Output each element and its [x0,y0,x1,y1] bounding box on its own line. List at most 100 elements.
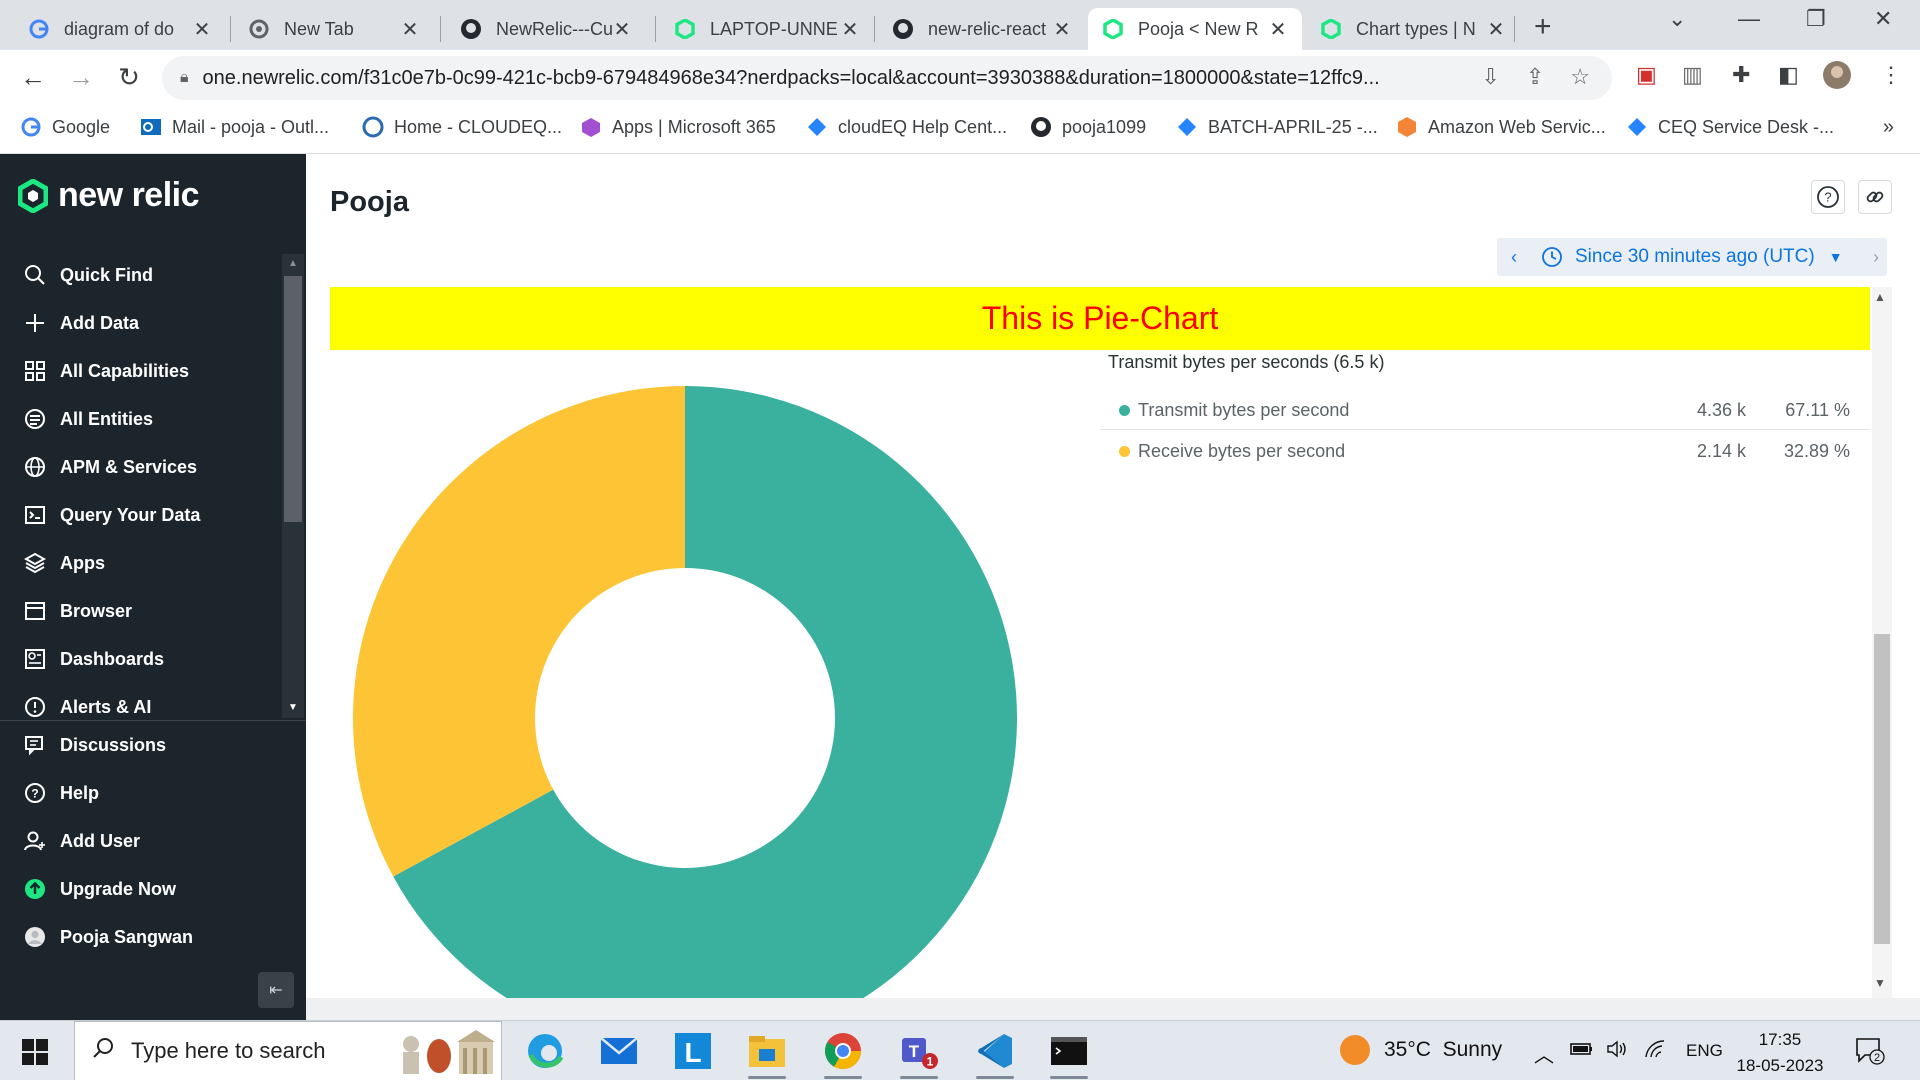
back-arrow-icon[interactable]: ← [16,60,50,94]
tray-chevron-up-icon[interactable]: ︿ [1534,1039,1554,1068]
browser-tab[interactable]: NewRelic---Cu ✕ [446,8,646,50]
sidebar-item-alerts-ai[interactable]: Alerts & AI [22,694,151,720]
new-tab-plus-icon[interactable]: + [1534,10,1552,44]
scroll-up-arrow-icon[interactable]: ▲ [1874,290,1886,304]
profile-avatar-icon[interactable] [1822,60,1852,96]
legend-item[interactable]: Transmit bytes per second 4.36 k 67.11 % [1100,390,1870,430]
taskbar-edge-icon[interactable] [522,1029,568,1073]
volume-icon[interactable] [1606,1039,1630,1065]
sidebar-item-quick-find[interactable]: Quick Find [22,262,153,288]
close-tab-icon[interactable]: ✕ [612,17,632,42]
more-bookmarks-icon[interactable]: » [1883,116,1894,139]
windows-start-icon[interactable] [22,1039,48,1065]
taskbar-l-app-icon[interactable]: L [670,1029,716,1073]
sidebar-item-help[interactable]: ? Help [22,780,99,806]
sidebar-scrollbar-thumb[interactable] [284,276,302,522]
legend-item[interactable]: Receive bytes per second 2.14 k 32.89 % [1100,431,1870,471]
taskbar-mail-icon[interactable] [596,1029,642,1073]
pie-slice-receive[interactable] [353,386,685,877]
tab-separator [1514,16,1515,42]
sidebar-item-all-capabilities[interactable]: All Capabilities [22,358,189,384]
tab-separator [655,16,656,42]
reload-icon[interactable]: ↻ [112,60,146,94]
sidebar-item-all-entities[interactable]: All Entities [22,406,153,432]
bookmark-item[interactable]: Apps | Microsoft 365 [580,116,776,138]
tab-title: New Tab [284,18,354,39]
collapse-sidebar-button[interactable]: ⇤ [258,972,294,1008]
close-tab-icon[interactable]: ✕ [400,17,420,42]
svg-text:?: ? [31,787,38,801]
sidebar-item-user-profile[interactable]: Pooja Sangwan [22,924,193,950]
close-tab-icon[interactable]: ✕ [840,17,860,42]
scroll-up-arrow-icon[interactable]: ▲ [288,258,298,269]
sidebar-item-dashboards[interactable]: Dashboards [22,646,164,672]
bookmark-item[interactable]: BATCH-APRIL-25 -... [1176,116,1378,138]
taskbar-weather[interactable]: 35°C Sunny [1340,1035,1502,1065]
copy-link-button[interactable] [1858,180,1892,214]
new-relic-logo[interactable]: new relic [18,176,200,215]
entities-icon [22,406,48,432]
taskbar-chrome-icon[interactable] [820,1029,866,1079]
notification-center-icon[interactable]: 2 [1855,1037,1885,1065]
browser-tab[interactable]: New Tab ✕ [234,8,434,50]
tab-search-chevron-icon[interactable]: ⌄ [1668,6,1686,32]
weather-text: 35°C Sunny [1384,1038,1503,1061]
sidebar-item-discussions[interactable]: Discussions [22,732,166,758]
language-indicator[interactable]: ENG [1686,1041,1723,1061]
bookmark-item[interactable]: Amazon Web Servic... [1396,116,1606,138]
taskbar-vscode-icon[interactable] [972,1029,1018,1079]
extensions-puzzle-icon[interactable]: ✚ [1732,62,1750,88]
bookmark-item[interactable]: pooja1099 [1030,116,1146,138]
main-scrollbar-thumb[interactable] [1874,634,1890,944]
minimize-icon[interactable]: — [1738,6,1760,32]
browser-tab[interactable]: diagram of do ✕ [14,8,226,50]
taskbar-clock[interactable]: 17:35 18-05-2023 [1735,1027,1825,1079]
help-circle-icon: ? [1817,186,1839,208]
time-range-picker[interactable]: ‹ Since 30 minutes ago (UTC) ▼ › [1497,238,1887,276]
restore-icon[interactable]: ❐ [1806,6,1826,32]
sidebar-item-apm-services[interactable]: APM & Services [22,454,197,480]
mcafee-extension-icon[interactable]: ▣ [1636,62,1657,88]
browser-tab-active[interactable]: Pooja < New R ✕ [1088,8,1302,50]
sidebar-item-add-data[interactable]: Add Data [22,310,139,336]
bookmark-item[interactable]: CEQ Service Desk -... [1626,116,1834,138]
close-tab-icon[interactable]: ✕ [1268,17,1288,42]
bookmark-item[interactable]: Home - CLOUDEQ... [362,116,562,138]
battery-icon[interactable] [1570,1039,1594,1065]
browser-menu-icon[interactable]: ⋮ [1880,62,1902,88]
taskbar-teams-icon[interactable]: T1 [896,1029,942,1079]
bookmark-label: Google [52,116,111,137]
bookmark-item[interactable]: Google [20,116,110,138]
analytics-extension-icon[interactable]: ▥ [1682,62,1703,88]
help-button[interactable]: ? [1811,180,1845,214]
previous-period-chevron-icon[interactable]: ‹ [1497,247,1531,268]
sidebar-item-add-user[interactable]: Add User [22,828,140,854]
sidebar-item-browser[interactable]: Browser [22,598,132,624]
bookmark-item[interactable]: Mail - pooja - Outl... [140,116,329,138]
sidebar-item-query-your-data[interactable]: Query Your Data [22,502,200,528]
share-icon[interactable]: ⇪ [1526,64,1544,90]
bookmark-item[interactable]: cloudEQ Help Cent... [806,116,1007,138]
scroll-down-arrow-icon[interactable]: ▼ [1874,976,1886,990]
taskbar-terminal-icon[interactable] [1046,1029,1092,1079]
bookmark-star-icon[interactable]: ☆ [1570,64,1590,90]
close-tab-icon[interactable]: ✕ [1052,17,1072,42]
side-panel-icon[interactable]: ◧ [1778,62,1799,88]
sidebar-item-apps[interactable]: Apps [22,550,105,576]
scroll-down-arrow-icon[interactable]: ▼ [288,702,298,713]
jira-icon [1176,116,1198,138]
close-window-icon[interactable]: ✕ [1874,6,1892,32]
browser-tab[interactable]: LAPTOP-UNNE ✕ [660,8,874,50]
browser-tab[interactable]: Chart types | N ✕ [1306,8,1520,50]
next-period-chevron-icon[interactable]: › [1873,247,1879,268]
close-tab-icon[interactable]: ✕ [192,17,212,42]
sidebar-item-upgrade-now[interactable]: Upgrade Now [22,876,176,902]
browser-tab[interactable]: new-relic-react ✕ [878,8,1086,50]
taskbar-file-explorer-icon[interactable] [744,1029,790,1079]
forward-arrow-icon[interactable]: → [64,60,98,94]
taskbar-search-box[interactable]: Type here to search [74,1021,502,1080]
wifi-icon[interactable] [1644,1039,1668,1065]
close-tab-icon[interactable]: ✕ [1486,17,1506,42]
address-bar[interactable]: 🔒︎ one.newrelic.com/f31c0e7b-0c99-421c-b… [162,56,1612,100]
install-icon[interactable]: ⇩ [1481,64,1499,90]
